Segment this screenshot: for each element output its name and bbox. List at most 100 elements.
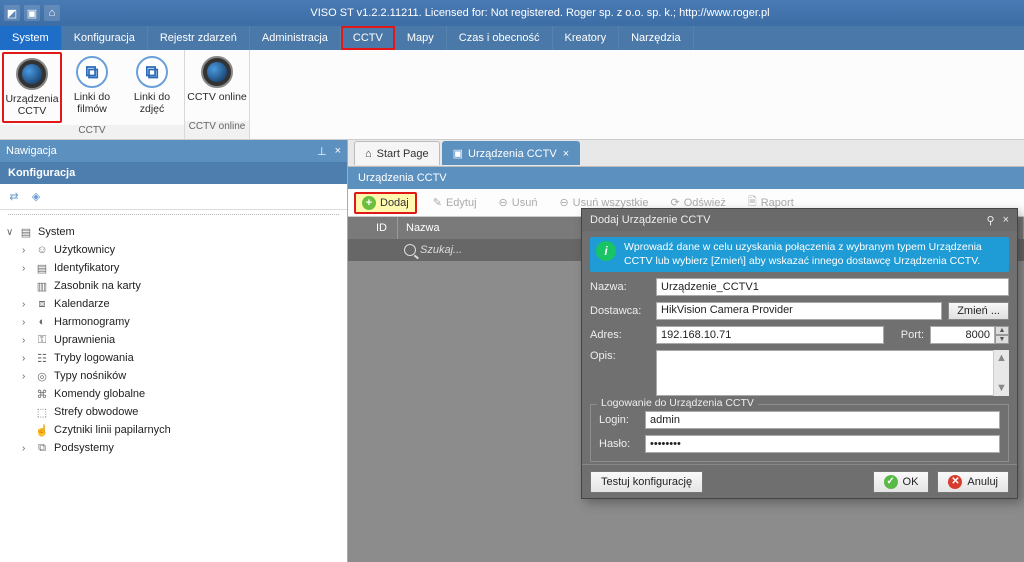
home-icon: ⌂ xyxy=(365,148,372,160)
ribbon-btn-linki-filmow[interactable]: ⧉ Linki do filmów xyxy=(62,52,122,119)
nav-divider xyxy=(8,214,339,215)
camera-online-icon xyxy=(201,56,233,88)
tree-item-harmonogramy[interactable]: ›◐Harmonogramy xyxy=(2,313,345,331)
key-icon: ⚿ xyxy=(34,333,50,347)
info-icon: i xyxy=(596,241,616,261)
title-bar: ◩ ▣ ⌂ VISO ST v1.2.2.11211. Licensed for… xyxy=(0,0,1024,26)
system-icon: ▤ xyxy=(18,225,34,239)
tree-item-uzytkownicy[interactable]: ›☺Użytkownicy xyxy=(2,241,345,259)
videolink-icon: ⧉ xyxy=(76,56,108,88)
ribbon-btn-urzadzenia-cctv[interactable]: Urządzenia CCTV xyxy=(2,52,62,123)
change-provider-button[interactable]: Zmień ... xyxy=(948,302,1009,320)
label-port: Port: xyxy=(890,329,924,341)
card-icon: ▥ xyxy=(34,279,50,293)
menu-system[interactable]: System xyxy=(0,26,62,50)
dialog-title-bar[interactable]: Dodaj Urządzenie CCTV ⚲ × xyxy=(582,209,1017,231)
menu-narzedzia[interactable]: Narzędzia xyxy=(619,26,694,50)
tree-item-czytniki[interactable]: ☝Czytniki linii papilarnych xyxy=(2,421,345,439)
login-group: Logowanie do Urządzenia CCTV Login: Hasł… xyxy=(590,404,1009,462)
label-adres: Adres: xyxy=(590,329,650,341)
zone-icon: ⬚ xyxy=(34,405,50,419)
delete-button[interactable]: ⊖Usuń xyxy=(493,194,544,211)
menu-administracja[interactable]: Administracja xyxy=(250,26,341,50)
port-spin-up[interactable]: ▲ xyxy=(995,326,1009,335)
tree-item-strefy[interactable]: ⬚Strefy obwodowe xyxy=(2,403,345,421)
home-icon[interactable]: ⌂ xyxy=(44,5,60,21)
input-nazwa[interactable] xyxy=(656,278,1009,296)
photolink-icon: ⧉ xyxy=(136,56,168,88)
nav-header: Nawigacja ⊥ × xyxy=(0,140,347,162)
label-nazwa: Nazwa: xyxy=(590,281,650,293)
command-icon: ⌘ xyxy=(34,387,50,401)
ribbon-btn-cctv-online[interactable]: CCTV online xyxy=(187,52,247,108)
menu-cctv[interactable]: CCTV xyxy=(341,26,395,50)
tree-item-uprawnienia[interactable]: ›⚿Uprawnienia xyxy=(2,331,345,349)
menu-mapy[interactable]: Mapy xyxy=(395,26,447,50)
add-cctv-dialog: Dodaj Urządzenie CCTV ⚲ × i Wprowadź dan… xyxy=(581,208,1018,499)
cancel-button[interactable]: ✕Anuluj xyxy=(937,471,1009,493)
users-icon: ☺ xyxy=(34,243,50,257)
nav-toolbar: ⇄ ◈ xyxy=(0,184,347,210)
doc-subtitle: Urządzenia CCTV xyxy=(348,167,1024,189)
input-haslo[interactable] xyxy=(645,435,1000,453)
tree-item-kalendarze[interactable]: ›⧈Kalendarze xyxy=(2,295,345,313)
tab-close-icon[interactable]: × xyxy=(563,148,569,160)
tree-item-podsystemy[interactable]: ›⧉Podsystemy xyxy=(2,439,345,457)
ok-button[interactable]: ✓OK xyxy=(873,471,930,493)
tree-item-zasobnik[interactable]: ▥Zasobnik na karty xyxy=(2,277,345,295)
dialog-info-box: i Wprowadź dane w celu uzyskania połącze… xyxy=(590,237,1009,272)
tree-root-system[interactable]: ∨ ▤ System xyxy=(2,223,345,241)
input-adres[interactable] xyxy=(656,326,884,344)
plus-icon: + xyxy=(362,196,376,210)
dialog-close-icon[interactable]: × xyxy=(1003,214,1009,227)
ribbon-btn-linki-zdjec[interactable]: ⧉ Linki do zdjęć xyxy=(122,52,182,119)
app-icon-1[interactable]: ◩ xyxy=(4,5,20,21)
tab-urzadzenia-cctv[interactable]: ▣ Urządzenia CCTV × xyxy=(442,141,580,165)
nav-close-icon[interactable]: × xyxy=(335,145,341,158)
id-icon: ▤ xyxy=(34,261,50,275)
nav-section-title: Konfiguracja xyxy=(0,162,347,184)
subsystem-icon: ⧉ xyxy=(34,441,50,455)
login-mode-icon: ☷ xyxy=(34,351,50,365)
pencil-icon: ✎ xyxy=(433,196,442,209)
minus-icon: ⊖ xyxy=(559,196,568,209)
edit-button[interactable]: ✎Edytuj xyxy=(427,194,483,211)
tree-item-tryby-logowania[interactable]: ›☷Tryby logowania xyxy=(2,349,345,367)
menu-konfiguracja[interactable]: Konfiguracja xyxy=(62,26,148,50)
login-group-legend: Logowanie do Urządzenia CCTV xyxy=(597,397,758,409)
ribbon-group-title-cctvonline: CCTV online xyxy=(185,121,249,139)
cancel-icon: ✕ xyxy=(948,475,962,489)
tab-start-page[interactable]: ⌂ Start Page xyxy=(354,141,440,165)
menu-czas[interactable]: Czas i obecność xyxy=(447,26,553,50)
ribbon-group-title-cctv: CCTV xyxy=(0,125,184,139)
dialog-pin-icon[interactable]: ⚲ xyxy=(987,214,995,227)
tree-item-identyfikatory[interactable]: ›▤Identyfikatory xyxy=(2,259,345,277)
port-spin-down[interactable]: ▼ xyxy=(995,335,1009,344)
input-login[interactable] xyxy=(645,411,1000,429)
ribbon-group-cctv: Urządzenia CCTV ⧉ Linki do filmów ⧉ Link… xyxy=(0,50,185,139)
scroll-up-icon: ▲ xyxy=(996,352,1007,364)
calendar-icon: ⧈ xyxy=(34,297,50,311)
input-port[interactable] xyxy=(930,326,995,344)
tree-item-komendy-globalne[interactable]: ⌘Komendy globalne xyxy=(2,385,345,403)
media-icon: ◎ xyxy=(34,369,50,383)
nav-pin-icon[interactable]: ⊥ xyxy=(317,145,327,158)
nav-refresh-icon[interactable]: ⇄ xyxy=(6,189,22,205)
textarea-scrollbar[interactable]: ▲ ▼ xyxy=(993,350,1009,396)
field-dostawca: HikVision Camera Provider xyxy=(656,302,942,320)
menu-kreatory[interactable]: Kreatory xyxy=(553,26,620,50)
menu-rejestr-zdarzen[interactable]: Rejestr zdarzeń xyxy=(148,26,250,50)
test-config-button[interactable]: Testuj konfigurację xyxy=(590,471,703,493)
input-opis[interactable] xyxy=(656,350,1009,396)
add-button[interactable]: +Dodaj xyxy=(354,192,417,214)
dialog-body: i Wprowadź dane w celu uzyskania połącze… xyxy=(582,231,1017,464)
label-dostawca: Dostawca: xyxy=(590,305,650,317)
check-icon: ✓ xyxy=(884,475,898,489)
app-icon-2[interactable]: ▣ xyxy=(24,5,40,21)
dialog-info-text: Wprowadź dane w celu uzyskania połączeni… xyxy=(624,241,1003,268)
menu-bar: System Konfiguracja Rejestr zdarzeń Admi… xyxy=(0,26,1024,50)
grid-col-id[interactable]: ID xyxy=(348,217,398,239)
tree-item-typy-nosnikow[interactable]: ›◎Typy nośników xyxy=(2,367,345,385)
nav-layers-icon[interactable]: ◈ xyxy=(28,189,44,205)
scroll-down-icon: ▼ xyxy=(996,382,1007,394)
